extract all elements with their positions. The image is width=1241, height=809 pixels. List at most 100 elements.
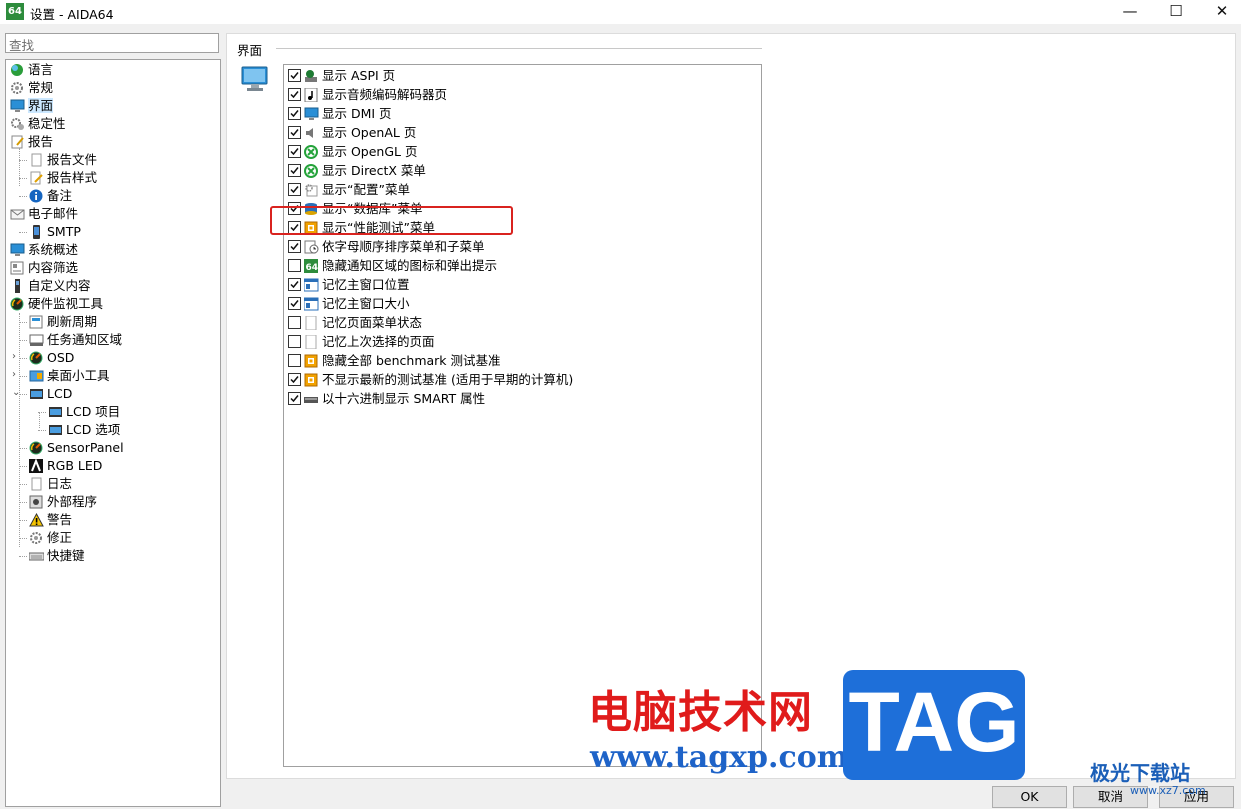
tree-item[interactable]: 内容筛选 — [10, 259, 78, 277]
tree-item[interactable]: 外部程序 — [29, 493, 97, 511]
checkbox-checked[interactable] — [288, 392, 301, 405]
tree-item[interactable]: 桌面小工具 — [29, 367, 110, 385]
checkbox-checked[interactable] — [288, 373, 301, 386]
tree-item[interactable]: 硬件监视工具 — [10, 295, 103, 313]
tree-item-label: 内容筛选 — [28, 260, 79, 275]
option-label[interactable]: 显示音频编码解码器页 — [322, 87, 447, 102]
option-label[interactable]: 以十六进制显示 SMART 属性 — [322, 391, 485, 406]
checkbox-unchecked[interactable] — [288, 335, 301, 348]
checkbox-checked[interactable] — [288, 88, 301, 101]
tree-item[interactable]: 报告 — [10, 133, 53, 151]
close-button[interactable]: ✕ — [1199, 0, 1241, 24]
tree-connector — [19, 520, 27, 521]
tree-item[interactable]: 系统概述 — [10, 241, 78, 259]
tree-item[interactable]: 报告文件 — [29, 151, 97, 169]
expand-chevron-icon[interactable]: › — [12, 369, 16, 380]
option-label[interactable]: 显示 DMI 页 — [322, 106, 392, 121]
mail-icon — [10, 207, 25, 221]
tree-item-label: 快捷键 — [47, 548, 85, 563]
gears-icon — [10, 117, 25, 131]
tree-item[interactable]: OSD — [29, 349, 74, 367]
option-label[interactable]: 记忆主窗口大小 — [322, 296, 410, 311]
checkbox-checked[interactable] — [288, 240, 301, 253]
checkbox-unchecked[interactable] — [288, 259, 301, 272]
option-label[interactable]: 显示 ASPI 页 — [322, 68, 395, 83]
tree-item-label: 硬件监视工具 — [28, 296, 104, 311]
checkbox-checked[interactable] — [288, 278, 301, 291]
tree-item-label: 常规 — [28, 80, 54, 95]
checkbox-checked[interactable] — [288, 107, 301, 120]
option-label[interactable]: 隐藏全部 benchmark 测试基准 — [322, 353, 501, 368]
window-title: 设置 - AIDA64 — [30, 7, 114, 22]
xbox-icon — [304, 163, 319, 178]
tree-item[interactable]: SMTP — [29, 223, 81, 241]
option-label[interactable]: 显示“配置”菜单 — [322, 182, 410, 197]
option-label[interactable]: 依字母顺序排序菜单和子菜单 — [322, 239, 485, 254]
program-icon — [29, 495, 44, 509]
checkbox-unchecked[interactable] — [288, 316, 301, 329]
checkbox-checked[interactable] — [288, 126, 301, 139]
tree-connector — [19, 148, 20, 186]
tree-item[interactable]: RGB LED — [29, 457, 102, 475]
tree-item[interactable]: 自定义内容 — [10, 277, 91, 295]
option-label[interactable]: 记忆主窗口位置 — [322, 277, 410, 292]
option-label[interactable]: 显示 DirectX 菜单 — [322, 163, 426, 178]
tree-item[interactable]: SensorPanel — [29, 439, 124, 457]
tree-item[interactable]: 快捷键 — [28, 547, 85, 565]
speaker-icon — [304, 126, 319, 140]
option-label[interactable]: 记忆上次选择的页面 — [322, 334, 435, 349]
tree-item-label: 备注 — [47, 188, 73, 203]
option-label[interactable]: 显示 OpenGL 页 — [322, 144, 417, 159]
options-list: 显示 ASPI 页显示音频编码解码器页 显示 DMI 页显示 OpenAL 页显示… — [283, 64, 762, 767]
watermark-site2-url: www.xz7.com — [1130, 784, 1206, 797]
checkbox-checked[interactable] — [288, 164, 301, 177]
tree-item-label: 报告 — [28, 134, 54, 149]
tree-item-label: SensorPanel — [47, 440, 124, 455]
tree-item[interactable]: 语言 — [10, 61, 53, 79]
checkbox-checked[interactable] — [288, 145, 301, 158]
tree-item[interactable]: 电子邮件 — [10, 205, 78, 223]
tree-item[interactable]: 备注 — [29, 187, 72, 205]
option-label[interactable]: 记忆页面菜单状态 — [322, 315, 422, 330]
option-label[interactable]: 不显示最新的测试基准 (适用于早期的计算机) — [322, 372, 573, 387]
ok-button[interactable]: OK — [992, 786, 1067, 808]
option-label[interactable]: 显示 OpenAL 页 — [322, 125, 416, 140]
filter-icon — [10, 261, 25, 275]
tree-item[interactable]: 常规 — [10, 79, 53, 97]
monitor-icon — [240, 64, 270, 97]
maximize-button[interactable]: ☐ — [1153, 0, 1199, 24]
tree-item[interactable]: 刷新周期 — [29, 313, 97, 331]
tree-item[interactable]: LCD 项目 — [48, 403, 120, 421]
minimize-button[interactable]: — — [1107, 0, 1153, 24]
settings-tree[interactable]: 语言 常规界面 稳定性报告报告文件 报告样式 备注电子邮件 SMTP 系统概述 内容筛选自定义… — [5, 59, 221, 807]
report-icon — [10, 135, 25, 149]
search-input[interactable]: 查找 — [5, 33, 219, 53]
option-row: 显示“配置”菜单 — [288, 180, 410, 199]
xbox-icon — [304, 144, 319, 159]
lcd-icon — [48, 423, 63, 437]
tree-item[interactable]: 任务通知区域 — [29, 331, 122, 349]
checkbox-checked[interactable] — [288, 183, 301, 196]
expand-chevron-icon[interactable]: › — [12, 351, 16, 362]
option-row: 显示音频编码解码器页 — [288, 85, 447, 104]
option-label[interactable]: 隐藏通知区域的图标和弹出提示 — [322, 258, 497, 273]
tree-item[interactable]: 界面 — [10, 97, 54, 115]
checkbox-checked[interactable] — [288, 297, 301, 310]
tree-item[interactable]: 修正 — [29, 529, 72, 547]
tree-item[interactable]: LCD 选项 — [48, 421, 120, 439]
tree-item[interactable]: 报告样式 — [29, 169, 97, 187]
tree-connector — [19, 448, 27, 449]
watermark-tag-logo: TAG — [843, 670, 1025, 780]
tree-connector — [19, 466, 27, 467]
tree-item[interactable]: 稳定性 — [10, 115, 66, 133]
tree-item[interactable]: LCD — [29, 385, 72, 403]
keyboard-icon — [28, 549, 45, 563]
tree-item[interactable]: 日志 — [29, 475, 72, 493]
option-row: 显示 OpenGL 页 — [288, 142, 417, 161]
config-icon — [304, 183, 319, 197]
tree-item[interactable]: 警告 — [29, 511, 72, 529]
tree-item-label: 稳定性 — [28, 116, 66, 131]
checkbox-checked[interactable] — [288, 69, 301, 82]
checkbox-unchecked[interactable] — [288, 354, 301, 367]
tree-item-label: 自定义内容 — [28, 278, 91, 293]
